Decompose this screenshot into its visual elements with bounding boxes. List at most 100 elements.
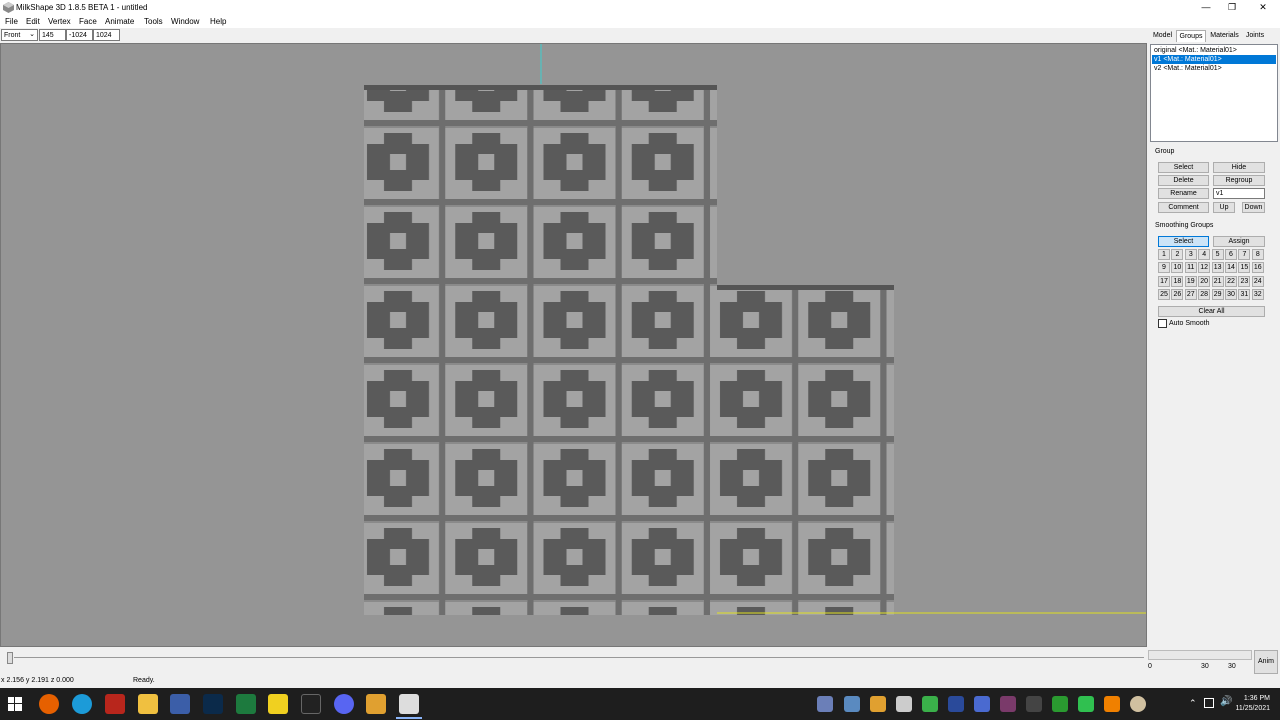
tray-app-icon[interactable] [870, 696, 886, 712]
smoothing-group-button-26[interactable]: 26 [1171, 289, 1184, 301]
app-icon[interactable] [105, 694, 125, 714]
smoothing-group-button-18[interactable]: 18 [1171, 275, 1184, 287]
smoothing-group-button-20[interactable]: 20 [1198, 275, 1211, 287]
windows-start-icon[interactable] [8, 697, 22, 713]
restore-icon[interactable]: ❐ [1219, 0, 1245, 15]
smoothing-group-button-15[interactable]: 15 [1238, 262, 1251, 274]
rename-field[interactable]: v1 [1213, 188, 1265, 199]
app-icon[interactable] [366, 694, 386, 714]
down-button[interactable]: Down [1242, 202, 1265, 213]
total-frames-field[interactable]: 30 [1228, 663, 1236, 670]
close-icon[interactable]: ✕ [1250, 0, 1276, 15]
smoothing-select-button[interactable]: Select [1158, 236, 1209, 247]
3d-viewport[interactable] [0, 43, 1147, 647]
regroup-button[interactable]: Regroup [1213, 175, 1265, 186]
vlc-icon[interactable] [1104, 696, 1120, 712]
network-icon[interactable] [1204, 698, 1214, 708]
smoothing-group-button-25[interactable]: 25 [1158, 289, 1170, 301]
tray-app-icon[interactable] [1000, 696, 1016, 712]
frame-field[interactable]: 0 [1148, 663, 1152, 670]
smoothing-group-button-11[interactable]: 11 [1184, 262, 1197, 274]
clock-date[interactable]: 11/25/2021 [1232, 705, 1270, 712]
z-coordinate-field[interactable]: 1024 [93, 29, 120, 41]
smoothing-group-button-19[interactable]: 19 [1184, 275, 1197, 287]
tab-materials[interactable]: Materials [1207, 30, 1242, 42]
menu-tools[interactable]: Tools [144, 17, 163, 26]
delete-button[interactable]: Delete [1158, 175, 1209, 186]
smoothing-group-button-31[interactable]: 31 [1238, 289, 1251, 301]
smoothing-group-button-14[interactable]: 14 [1225, 262, 1237, 274]
excel-icon[interactable] [236, 694, 256, 714]
epic-games-icon[interactable] [301, 694, 321, 714]
comment-button[interactable]: Comment [1158, 202, 1209, 213]
playback-buttons[interactable] [1148, 650, 1252, 660]
smoothing-group-button-27[interactable]: 27 [1184, 289, 1197, 301]
menu-help[interactable]: Help [210, 17, 226, 26]
smoothing-group-button-17[interactable]: 17 [1158, 275, 1170, 287]
y-coordinate-field[interactable]: -1024 [66, 29, 93, 41]
tray-app-icon[interactable] [817, 696, 833, 712]
tray-app-icon[interactable] [844, 696, 860, 712]
volume-icon[interactable]: 🔊 [1220, 696, 1232, 707]
menu-file[interactable]: File [5, 17, 18, 26]
photoshop-icon[interactable] [203, 694, 223, 714]
list-item[interactable]: original <Mat.: Material01> [1152, 46, 1276, 55]
tray-app-icon[interactable] [1130, 696, 1146, 712]
show-hidden-icons-icon[interactable]: ⌃ [1189, 698, 1197, 709]
tray-app-icon[interactable] [1052, 696, 1068, 712]
select-button[interactable]: Select [1158, 162, 1209, 173]
edge-icon[interactable] [72, 694, 92, 714]
smoothing-group-button-4[interactable]: 4 [1198, 249, 1211, 260]
tray-app-icon[interactable] [948, 696, 964, 712]
smoothing-assign-button[interactable]: Assign [1213, 236, 1265, 247]
sticky-notes-icon[interactable] [268, 694, 288, 714]
up-button[interactable]: Up [1213, 202, 1235, 213]
hide-button[interactable]: Hide [1213, 162, 1265, 173]
rename-button[interactable]: Rename [1158, 188, 1209, 199]
smoothing-group-button-30[interactable]: 30 [1225, 289, 1237, 301]
tray-app-icon[interactable] [974, 696, 990, 712]
smoothing-group-button-16[interactable]: 16 [1251, 262, 1264, 274]
smoothing-group-button-32[interactable]: 32 [1251, 289, 1264, 301]
smoothing-group-button-5[interactable]: 5 [1211, 249, 1224, 260]
milkshape-taskbar-icon[interactable] [399, 694, 419, 714]
tray-app-icon[interactable] [896, 696, 912, 712]
file-explorer-icon[interactable] [138, 694, 158, 714]
tray-app-icon[interactable] [922, 696, 938, 712]
list-item[interactable]: v2 <Mat.: Material01> [1152, 64, 1276, 73]
x-coordinate-field[interactable]: 145 [39, 29, 66, 41]
smoothing-group-button-9[interactable]: 9 [1158, 262, 1170, 274]
anim-button[interactable]: Anim [1254, 650, 1278, 674]
auto-smooth-checkbox[interactable] [1158, 319, 1167, 328]
smoothing-group-button-3[interactable]: 3 [1184, 249, 1197, 260]
smoothing-group-button-28[interactable]: 28 [1198, 289, 1211, 301]
tray-app-icon[interactable] [1078, 696, 1094, 712]
timeline-track[interactable] [14, 657, 1144, 658]
end-frame-field[interactable]: 30 [1201, 663, 1209, 670]
menu-window[interactable]: Window [171, 17, 199, 26]
smoothing-group-button-10[interactable]: 10 [1171, 262, 1184, 274]
view-select[interactable]: Front ⌄ [1, 29, 38, 41]
timeline-slider-handle[interactable] [7, 652, 13, 664]
smoothing-group-button-24[interactable]: 24 [1251, 275, 1264, 287]
smoothing-group-button-13[interactable]: 13 [1211, 262, 1224, 274]
menu-animate[interactable]: Animate [105, 17, 134, 26]
menu-edit[interactable]: Edit [26, 17, 40, 26]
list-item[interactable]: v1 <Mat.: Material01> [1152, 55, 1276, 64]
groups-list[interactable]: original <Mat.: Material01> v1 <Mat.: Ma… [1150, 44, 1278, 142]
firefox-icon[interactable] [39, 694, 59, 714]
smoothing-group-button-6[interactable]: 6 [1225, 249, 1237, 260]
smoothing-group-button-2[interactable]: 2 [1171, 249, 1184, 260]
minimize-icon[interactable]: — [1193, 0, 1219, 15]
tab-model[interactable]: Model [1150, 30, 1175, 42]
smoothing-group-button-12[interactable]: 12 [1198, 262, 1211, 274]
clock-time[interactable]: 1:36 PM [1232, 695, 1270, 702]
tab-groups[interactable]: Groups [1176, 30, 1206, 42]
smoothing-group-button-7[interactable]: 7 [1238, 249, 1251, 260]
smoothing-group-button-21[interactable]: 21 [1211, 275, 1224, 287]
smoothing-group-button-1[interactable]: 1 [1158, 249, 1170, 260]
menu-vertex[interactable]: Vertex [48, 17, 71, 26]
smoothing-group-button-8[interactable]: 8 [1251, 249, 1264, 260]
tray-app-icon[interactable] [1026, 696, 1042, 712]
app-icon[interactable] [170, 694, 190, 714]
